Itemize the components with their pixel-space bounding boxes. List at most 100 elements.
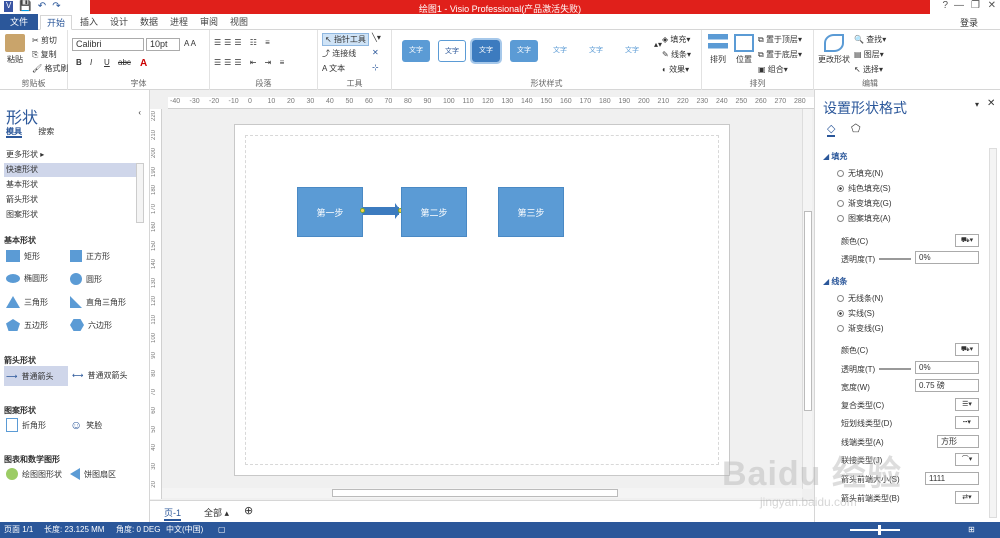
format-painter-button[interactable]: 🖌 格式刷 xyxy=(32,63,68,74)
radio-gradient-line[interactable]: 渐变线(G) xyxy=(837,323,884,334)
shape-ellipse[interactable]: 椭圆形 xyxy=(6,273,48,284)
redo-icon[interactable]: ↷ xyxy=(52,1,60,12)
shape-rectangle[interactable]: 矩形 xyxy=(6,250,40,262)
radio-solid-line[interactable]: 实线(S) xyxy=(837,308,875,319)
radio-pattern-fill[interactable]: 图案填充(A) xyxy=(837,213,891,224)
line-section-title[interactable]: ◢ 线条 xyxy=(823,276,847,287)
zoom-slider[interactable] xyxy=(850,529,900,531)
cap-type-dropdown[interactable]: 方形 xyxy=(937,435,979,448)
shape-square[interactable]: 正方形 xyxy=(70,250,110,262)
underline-button[interactable]: U xyxy=(104,58,110,67)
status-page[interactable]: 页面 1/1 xyxy=(4,522,33,538)
radio-solid-fill[interactable]: 纯色填充(S) xyxy=(837,183,891,194)
compound-type-dropdown[interactable]: ☰▾ xyxy=(955,398,979,411)
effects-button[interactable]: ◐ 效果▾ xyxy=(662,64,689,75)
align-button[interactable]: 排列 xyxy=(706,34,730,65)
pentagon-effects-icon[interactable]: ⬠ xyxy=(851,122,861,135)
line-color-picker[interactable]: ⛟▾ xyxy=(955,343,979,356)
change-shape-button[interactable]: 更改形状 xyxy=(818,34,850,65)
style-gallery-more-icon[interactable]: ▴▾ xyxy=(654,40,662,49)
horizontal-scrollbar[interactable] xyxy=(162,488,802,498)
undo-icon[interactable]: ↶ xyxy=(38,1,46,12)
style-preview-2[interactable]: 文字 xyxy=(438,40,466,62)
shape-smiley[interactable]: ☺ 笑脸 xyxy=(70,418,102,432)
italic-button[interactable]: I xyxy=(90,58,92,67)
zoom-thumb[interactable] xyxy=(878,525,881,535)
tab-home[interactable]: 开始 xyxy=(40,15,73,30)
tab-search[interactable]: 搜索 xyxy=(38,127,54,136)
join-type-dropdown[interactable]: ⌒▾ xyxy=(955,453,979,466)
save-icon[interactable]: 💾 xyxy=(19,1,31,12)
panel-options-icon[interactable]: ▾ xyxy=(975,100,979,109)
fill-line-icon[interactable]: ◇ xyxy=(827,122,836,137)
fill-transparency-input[interactable]: 0% xyxy=(915,251,979,264)
shape-hexagon[interactable]: 六边形 xyxy=(70,319,112,331)
close-icon[interactable]: ✕ xyxy=(988,0,996,11)
help-icon[interactable]: ? xyxy=(942,0,948,11)
select-button[interactable]: ↖ 选择▾ xyxy=(854,64,883,75)
fill-section-title[interactable]: ◢ 填充 xyxy=(823,151,847,162)
shape-right-triangle[interactable]: 直角三角形 xyxy=(70,296,126,308)
line-transparency-slider[interactable] xyxy=(879,368,911,370)
stencil-quick-shapes[interactable]: 快速形状 xyxy=(4,163,136,177)
paste-button[interactable]: 粘贴 xyxy=(4,34,26,65)
fill-button[interactable]: ◈ 填充▾ xyxy=(662,34,690,45)
align-icons-row1[interactable]: ☰☰☰ ☷ ≡ xyxy=(214,38,273,47)
style-preview-1[interactable]: 文字 xyxy=(402,40,430,62)
shape-pentagon[interactable]: 五边形 xyxy=(6,319,48,331)
line-tool-icon[interactable]: ╲▾ xyxy=(372,33,381,42)
stencil-basic-shapes[interactable]: 基本形状 xyxy=(4,178,136,192)
vertical-scroll-thumb[interactable] xyxy=(804,211,812,411)
shape-folded-corner[interactable]: 折角形 xyxy=(6,418,46,432)
crop-tool-icon[interactable]: ⊹ xyxy=(372,63,379,72)
arrow-size-input[interactable]: 1111 xyxy=(925,472,979,485)
copy-button[interactable]: ⎘ 复制 xyxy=(32,49,57,60)
format-panel-scrollbar[interactable] xyxy=(989,148,997,518)
vertical-scrollbar[interactable] xyxy=(802,109,812,489)
stencil-list-scrollbar[interactable] xyxy=(136,163,144,223)
process-box-step3[interactable]: 第三步 xyxy=(498,187,564,237)
pointer-tool-button[interactable]: ↖ 指针工具 xyxy=(322,33,369,46)
strikethrough-button[interactable]: abc xyxy=(118,58,131,67)
login-link[interactable]: 登录 xyxy=(960,16,978,29)
fill-transparency-slider[interactable] xyxy=(879,258,911,260)
align-icons-row2[interactable]: ☰☰☰ ⇤ ⇥ ≡ xyxy=(214,58,287,67)
shape-simple-arrow[interactable]: ⟶ 普通箭头 xyxy=(4,366,68,386)
cut-button[interactable]: ✂ 剪切 xyxy=(32,35,57,46)
style-preview-6[interactable]: 文字 xyxy=(582,40,610,62)
font-color-button[interactable]: A xyxy=(140,58,147,69)
style-preview-7[interactable]: 文字 xyxy=(618,40,646,62)
restore-icon[interactable]: ❐ xyxy=(971,0,980,11)
width-input[interactable]: 0.75 磅 xyxy=(915,379,979,392)
style-preview-4[interactable]: 文字 xyxy=(510,40,538,62)
font-name-combo[interactable]: Calibri xyxy=(72,38,144,51)
status-language[interactable]: 中文(中国) xyxy=(166,522,203,538)
shape-double-arrow[interactable]: ⟷ 普通双箭头 xyxy=(72,370,127,381)
font-grow-icon[interactable]: A A xyxy=(184,39,196,48)
radio-no-line[interactable]: 无线条(N) xyxy=(837,293,883,304)
connector-start-handle[interactable] xyxy=(360,208,365,213)
tab-data[interactable]: 数据 xyxy=(134,15,164,30)
tab-process[interactable]: 进程 xyxy=(164,15,194,30)
group-button[interactable]: ▣ 组合▾ xyxy=(758,64,788,75)
position-button[interactable]: 位置 xyxy=(732,34,756,65)
line-transparency-input[interactable]: 0% xyxy=(915,361,979,374)
tab-view[interactable]: 视图 xyxy=(224,15,254,30)
find-button[interactable]: 🔍 查找▾ xyxy=(854,34,886,45)
tab-insert[interactable]: 插入 xyxy=(74,15,104,30)
radio-no-fill[interactable]: 无填充(N) xyxy=(837,168,883,179)
minimize-icon[interactable]: — xyxy=(954,0,964,11)
arrow-type-dropdown[interactable]: ⇄▾ xyxy=(955,491,979,504)
style-preview-5[interactable]: 文字 xyxy=(546,40,574,62)
connector-arrow[interactable] xyxy=(363,207,399,215)
tab-file[interactable]: 文件 xyxy=(0,14,38,30)
line-button[interactable]: ✎ 线条▾ xyxy=(662,49,691,60)
tab-design[interactable]: 设计 xyxy=(104,15,134,30)
shape-circle[interactable]: 圆形 xyxy=(70,273,102,285)
horizontal-scroll-thumb[interactable] xyxy=(332,489,618,497)
panel-close-icon[interactable]: ✕ xyxy=(987,98,995,109)
shape-triangle[interactable]: 三角形 xyxy=(6,296,48,308)
fill-color-picker[interactable]: ⛟▾ xyxy=(955,234,979,247)
bring-to-front-button[interactable]: ⧉ 置于顶层▾ xyxy=(758,34,802,45)
text-tool-button[interactable]: A 文本 xyxy=(322,63,345,74)
